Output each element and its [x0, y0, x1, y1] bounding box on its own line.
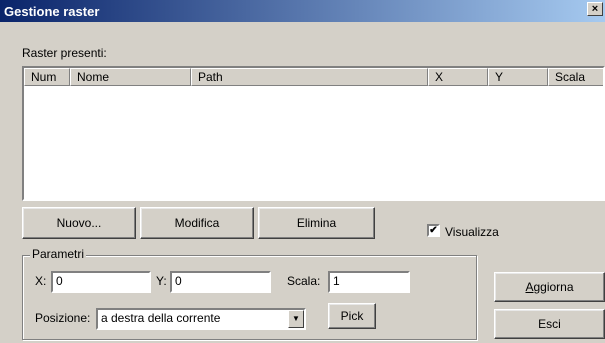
- posizione-dropdown[interactable]: a destra della corrente ▼: [96, 308, 306, 330]
- x-field[interactable]: 0: [51, 271, 151, 293]
- modifica-button[interactable]: Modifica: [140, 207, 254, 239]
- checkmark-icon: ✔: [429, 225, 438, 236]
- y-field[interactable]: 0: [170, 271, 271, 293]
- close-icon[interactable]: ×: [587, 2, 603, 16]
- scala-label: Scala:: [287, 274, 321, 288]
- chevron-down-icon[interactable]: ▼: [288, 310, 304, 328]
- raster-list-label: Raster presenti:: [22, 46, 107, 60]
- raster-list[interactable]: Num Nome Path X Y Scala: [22, 66, 605, 201]
- visualizza-label[interactable]: Visualizza: [445, 225, 499, 239]
- x-label: X:: [35, 274, 47, 288]
- column-header-path[interactable]: Path: [191, 68, 428, 86]
- esci-button[interactable]: Esci: [494, 309, 605, 339]
- scala-field[interactable]: 1: [328, 271, 410, 293]
- column-header-x[interactable]: X: [428, 68, 488, 86]
- window-title: Gestione raster: [4, 4, 100, 19]
- aggiorna-label: ggiorna: [533, 280, 574, 294]
- column-header-y[interactable]: Y: [488, 68, 548, 86]
- title-bar: Gestione raster ×: [0, 0, 605, 22]
- pick-button[interactable]: Pick: [328, 303, 376, 329]
- visualizza-checkbox[interactable]: ✔: [427, 224, 440, 237]
- aggiorna-button[interactable]: Aggiorna: [494, 272, 605, 302]
- column-header-scala[interactable]: Scala: [548, 68, 603, 86]
- posizione-value: a destra della corrente: [101, 311, 221, 325]
- y-label: Y:: [156, 274, 167, 288]
- elimina-button[interactable]: Elimina: [258, 207, 375, 239]
- nuovo-button[interactable]: Nuovo...: [22, 207, 136, 239]
- parametri-title: Parametri: [30, 247, 87, 261]
- column-header-num[interactable]: Num: [24, 68, 70, 86]
- posizione-label: Posizione:: [35, 311, 91, 325]
- column-header-nome[interactable]: Nome: [70, 68, 191, 86]
